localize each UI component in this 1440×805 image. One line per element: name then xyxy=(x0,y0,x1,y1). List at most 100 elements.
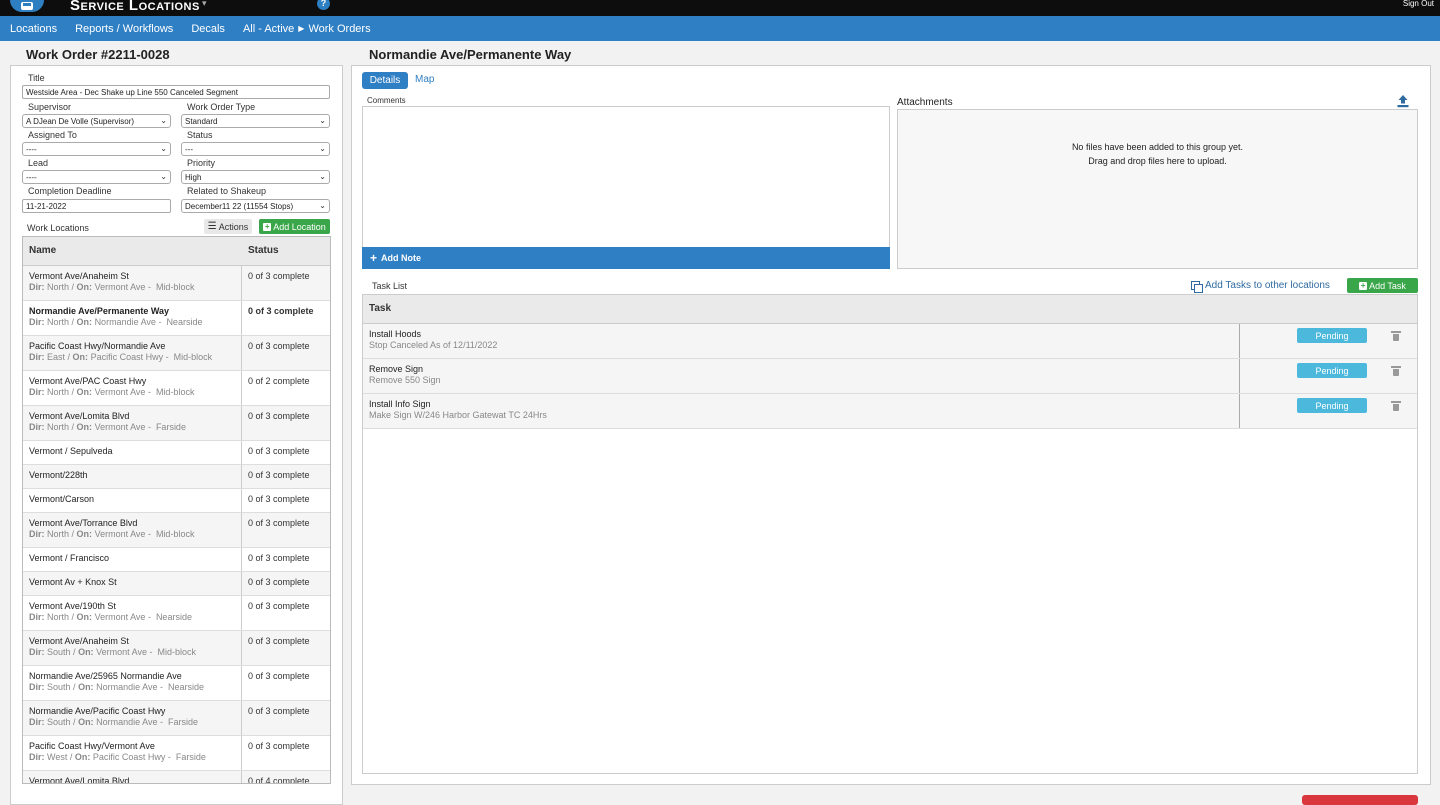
location-name-cell: Vermont Ave/Lomita Blvd Dir: North / On: … xyxy=(23,406,242,440)
related-shakeup-select[interactable]: December11 22 (11554 Stops) ⌄ xyxy=(181,199,330,213)
location-name: Vermont Ave/Lomita Blvd xyxy=(29,411,130,421)
attachments-dropzone[interactable]: No files have been added to this group y… xyxy=(897,109,1418,269)
delete-button[interactable] xyxy=(1302,795,1418,805)
title-input[interactable]: Westside Area - Dec Shake up Line 550 Ca… xyxy=(22,85,330,99)
completion-deadline-label: Completion Deadline xyxy=(28,186,112,196)
trash-icon[interactable] xyxy=(1391,331,1401,341)
task-cell: Remove Sign Remove 550 Sign xyxy=(363,359,1240,393)
table-header: Name Status xyxy=(23,237,330,266)
actions-button[interactable]: ☰ Actions xyxy=(204,219,252,234)
breadcrumb-all-active[interactable]: All - Active xyxy=(243,23,294,35)
table-row[interactable]: Vermont Av + Knox St 0 of 3 complete xyxy=(23,572,330,596)
priority-value: High xyxy=(185,173,202,182)
header-name[interactable]: Name xyxy=(23,237,242,265)
add-tasks-other-locations-link[interactable]: Add Tasks to other locations xyxy=(1191,280,1330,293)
work-locations-label: Work Locations xyxy=(27,223,89,233)
add-note-label: Add Note xyxy=(381,253,422,263)
app-title[interactable]: Service Locations xyxy=(70,0,200,14)
trash-icon[interactable] xyxy=(1391,401,1401,411)
location-direction: Dir: East / On: Pacific Coast Hwy - Mid-… xyxy=(29,352,213,362)
upload-icon[interactable] xyxy=(1396,94,1410,108)
app-menu-caret-icon[interactable]: ▾ xyxy=(202,0,207,9)
table-row[interactable]: Vermont Ave/Lomita Blvd Dir: North / On: … xyxy=(23,406,330,441)
table-row[interactable]: Normandie Ave/Pacific Coast Hwy Dir: Sout… xyxy=(23,701,330,736)
location-name-cell: Vermont / Sepulveda xyxy=(23,441,242,464)
location-detail-panel: Details Map Comments + Add Note Attachmen… xyxy=(351,65,1431,785)
table-row[interactable]: Normandie Ave/Permanente Way Dir: North /… xyxy=(23,301,330,336)
task-header[interactable]: Task xyxy=(363,295,1417,324)
chevron-down-icon: ⌄ xyxy=(160,172,167,181)
table-row[interactable]: Normandie Ave/25965 Normandie Ave Dir: So… xyxy=(23,666,330,701)
location-status: 0 of 3 complete xyxy=(248,553,310,563)
table-row[interactable]: Install Hoods Stop Canceled As of 12/11/2… xyxy=(363,324,1417,359)
table-row[interactable]: Vermont Ave/PAC Coast Hwy Dir: North / On… xyxy=(23,371,330,406)
bus-logo-icon[interactable] xyxy=(10,0,44,12)
location-name-cell: Vermont Ave/Anaheim St Dir: South / On: V… xyxy=(23,631,242,665)
priority-select[interactable]: High ⌄ xyxy=(181,170,330,184)
table-row[interactable]: Pacific Coast Hwy/Normandie Ave Dir: East… xyxy=(23,336,330,371)
work-order-type-label: Work Order Type xyxy=(187,102,256,112)
table-row[interactable]: Vermont Ave/Anaheim St Dir: South / On: V… xyxy=(23,631,330,666)
plus-icon: + xyxy=(1359,280,1368,290)
assigned-to-select[interactable]: ---- ⌄ xyxy=(22,142,171,156)
table-row[interactable]: Remove Sign Remove 550 Sign Pending xyxy=(363,359,1417,394)
table-row[interactable]: Vermont / Sepulveda 0 of 3 complete xyxy=(23,441,330,465)
table-row[interactable]: Vermont Ave/Lomita Blvd 0 of 4 complete xyxy=(23,771,330,784)
location-name-cell: Vermont/Carson xyxy=(23,489,242,512)
location-name: Normandie Ave/25965 Normandie Ave xyxy=(29,671,182,681)
sign-out-link[interactable]: Sign Out xyxy=(1403,0,1434,8)
table-row[interactable]: Install Info Sign Make Sign W/246 Harbor … xyxy=(363,394,1417,429)
table-row[interactable]: Vermont Ave/Torrance Blvd Dir: North / On… xyxy=(23,513,330,548)
work-order-type-select[interactable]: Standard ⌄ xyxy=(181,114,330,128)
location-name-cell: Vermont Ave/PAC Coast Hwy Dir: North / On… xyxy=(23,371,242,405)
task-status-button[interactable]: Pending xyxy=(1297,363,1367,378)
status-value: --- xyxy=(185,145,193,154)
help-icon[interactable]: ? xyxy=(317,0,330,10)
related-shakeup-value: December11 22 (11554 Stops) xyxy=(185,202,294,211)
nav-locations[interactable]: Locations xyxy=(10,23,57,35)
status-select[interactable]: --- ⌄ xyxy=(181,142,330,156)
location-name-cell: Vermont Ave/Torrance Blvd Dir: North / On… xyxy=(23,513,242,547)
header-status[interactable]: Status xyxy=(242,237,285,265)
supervisor-label: Supervisor xyxy=(28,102,72,112)
table-row[interactable]: Vermont Ave/Anaheim St Dir: North / On: V… xyxy=(23,266,330,301)
add-location-button[interactable]: + Add Location xyxy=(259,219,330,234)
task-status-button[interactable]: Pending xyxy=(1297,398,1367,413)
main-nav: Locations Reports / Workflows Decals All… xyxy=(0,16,1440,41)
breadcrumb-separator-icon: ▶ xyxy=(298,24,305,33)
breadcrumb-work-orders[interactable]: Work Orders xyxy=(308,23,370,35)
location-status: 0 of 3 complete xyxy=(248,494,310,504)
work-order-type-value: Standard xyxy=(185,117,218,126)
task-name: Install Info Sign xyxy=(369,399,431,409)
table-row[interactable]: Pacific Coast Hwy/Vermont Ave Dir: West /… xyxy=(23,736,330,771)
lead-select[interactable]: ---- ⌄ xyxy=(22,170,171,184)
location-status: 0 of 4 complete xyxy=(248,776,310,784)
table-row[interactable]: Vermont Ave/190th St Dir: North / On: Ver… xyxy=(23,596,330,631)
location-rows: Vermont Ave/Anaheim St Dir: North / On: V… xyxy=(23,266,330,784)
completion-deadline-input[interactable]: 11-21-2022 xyxy=(22,199,171,213)
nav-decals[interactable]: Decals xyxy=(191,23,225,35)
nav-reports-workflows[interactable]: Reports / Workflows xyxy=(75,23,173,35)
location-status: 0 of 3 complete xyxy=(248,577,310,587)
table-row[interactable]: Vermont / Francisco 0 of 3 complete xyxy=(23,548,330,572)
add-note-button[interactable]: + Add Note xyxy=(362,247,890,269)
add-task-label: Add Task xyxy=(1369,280,1406,291)
location-name: Vermont Ave/Torrance Blvd xyxy=(29,518,138,528)
supervisor-select[interactable]: A DJean De Volle (Supervisor) ⌄ xyxy=(22,114,171,128)
location-name: Vermont Av + Knox St xyxy=(29,577,117,587)
location-name: Vermont Ave/Lomita Blvd xyxy=(29,776,130,784)
table-row[interactable]: Vermont/Carson 0 of 3 complete xyxy=(23,489,330,513)
add-task-button[interactable]: + Add Task xyxy=(1347,278,1418,293)
comments-box[interactable] xyxy=(362,106,890,248)
task-cell: Install Info Sign Make Sign W/246 Harbor … xyxy=(363,394,1240,428)
location-status: 0 of 3 complete xyxy=(248,601,310,611)
assigned-to-label: Assigned To xyxy=(28,130,77,140)
table-row[interactable]: Vermont/228th 0 of 3 complete xyxy=(23,465,330,489)
task-status-button[interactable]: Pending xyxy=(1297,328,1367,343)
trash-icon[interactable] xyxy=(1391,366,1401,376)
location-name: Vermont Ave/190th St xyxy=(29,601,116,611)
tab-details[interactable]: Details xyxy=(362,72,408,89)
tab-map[interactable]: Map xyxy=(415,74,434,85)
location-name: Vermont Ave/Anaheim St xyxy=(29,636,129,646)
attachments-label: Attachments xyxy=(897,97,953,108)
